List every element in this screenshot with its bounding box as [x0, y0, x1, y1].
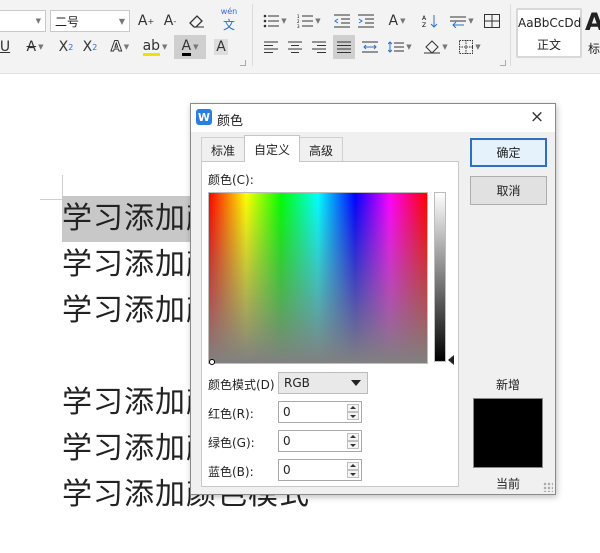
superscript-icon[interactable]: X2 — [56, 36, 76, 58]
subscript-icon[interactable]: X2 — [80, 36, 100, 58]
blue-label: 蓝色(B): — [208, 465, 254, 479]
green-up-icon[interactable] — [347, 433, 359, 441]
current-color-label: 当前 — [496, 477, 521, 491]
ok-button[interactable]: 确定 — [470, 138, 547, 167]
style-name: 正文 — [536, 38, 561, 52]
wps-app-icon: W — [196, 109, 212, 125]
cancel-button[interactable]: 取消 — [470, 176, 547, 205]
align-center-icon[interactable] — [286, 36, 304, 58]
green-value: 0 — [283, 434, 291, 448]
pinyin-guide-icon[interactable]: wén 文 — [214, 7, 244, 32]
close-icon[interactable]: × — [527, 107, 547, 127]
svg-text:A: A — [422, 15, 427, 22]
justify-icon[interactable] — [333, 35, 355, 59]
tab-custom[interactable]: 自定义 — [244, 135, 301, 162]
red-value: 0 — [283, 405, 291, 419]
green-label: 绿色(G): — [208, 436, 255, 450]
paragraph-group-launcher-icon[interactable] — [500, 60, 506, 66]
tab-standard[interactable]: 标准 — [201, 137, 246, 162]
resize-grip-icon[interactable] — [543, 482, 553, 492]
highlight-icon[interactable]: ab ▼ — [140, 36, 170, 58]
color-mode-label: 颜色模式(D) — [208, 378, 275, 392]
ribbon-toolbar: ▼ 二号 ▼ A + A- wén 文 U A ▼ X2 X2 A ▼ ab ▼ A ▼ A… — [0, 0, 600, 74]
spectrum-crosshair[interactable] — [209, 359, 215, 365]
pinyin-label: wén — [220, 7, 238, 16]
clear-format-icon[interactable] — [186, 10, 208, 32]
green-input[interactable]: 0 — [278, 430, 362, 452]
font-size-select[interactable]: 二号 ▼ — [50, 10, 130, 32]
color-mode-value: RGB — [284, 376, 310, 390]
custom-tab-panel: 颜色(C): 颜色模式(D) RGB 红色(R): 0 绿色(G): 0 蓝色(… — [201, 161, 459, 487]
new-color-label: 新增 — [496, 378, 521, 392]
text-effect-icon[interactable]: A ▼ — [108, 36, 132, 58]
svg-text:3: 3 — [297, 24, 300, 28]
increase-indent-icon[interactable] — [356, 10, 376, 32]
red-down-icon[interactable] — [347, 412, 359, 420]
align-left-icon[interactable] — [262, 36, 280, 58]
distribute-icon[interactable] — [360, 36, 380, 58]
red-up-icon[interactable] — [347, 404, 359, 412]
strikethrough-icon[interactable]: A ▼ — [22, 36, 48, 58]
luminance-slider[interactable] — [434, 192, 446, 362]
chevron-down-icon: ▼ — [118, 17, 125, 26]
font-size-value: 二号 — [55, 14, 80, 29]
bullets-icon[interactable]: ▼ — [262, 10, 288, 32]
blue-down-icon[interactable] — [347, 470, 359, 478]
dialog-titlebar[interactable]: W 颜色 × — [191, 104, 555, 132]
dialog-tabs: 标准 自定义 高级 — [201, 135, 344, 162]
numbering-icon[interactable]: 1 2 3 ▼ — [296, 10, 322, 32]
font-name-select[interactable]: ▼ — [0, 10, 46, 32]
svg-text:Z: Z — [422, 22, 426, 28]
underline-icon[interactable]: U — [0, 36, 12, 58]
green-down-icon[interactable] — [347, 441, 359, 449]
style-heading-name: 标 — [588, 42, 600, 56]
shading-icon[interactable]: ▼ — [422, 36, 450, 58]
grow-font-icon[interactable]: A + — [136, 10, 156, 32]
blue-input[interactable]: 0 — [278, 459, 362, 481]
red-input[interactable]: 0 — [278, 401, 362, 423]
show-marks-icon[interactable]: ▼ — [448, 10, 476, 32]
blue-up-icon[interactable] — [347, 462, 359, 470]
borders-icon[interactable]: ▼ — [456, 36, 484, 58]
blue-value: 0 — [283, 463, 291, 477]
char-spacing-icon[interactable]: A ▼ — [384, 10, 410, 32]
font-group-launcher-icon[interactable] — [240, 60, 246, 66]
style-heading-sample[interactable]: A — [585, 8, 600, 36]
dialog-title: 颜色 — [217, 114, 244, 129]
color-mode-select[interactable]: RGB — [278, 372, 368, 394]
chevron-down-icon — [351, 380, 361, 386]
color-preview-swatch — [473, 398, 543, 468]
char-shading-icon[interactable]: A — [210, 36, 232, 58]
color-dialog: W 颜色 × 标准 自定义 高级 颜色(C): 颜色模式(D) RGB 红色(R… — [190, 103, 556, 495]
align-right-icon[interactable] — [310, 36, 328, 58]
color-label: 颜色(C): — [208, 173, 254, 187]
decrease-indent-icon[interactable] — [332, 10, 352, 32]
sort-icon[interactable]: AZ — [420, 10, 440, 32]
font-color-icon[interactable]: A ▼ — [174, 35, 206, 59]
luminance-arrow-icon[interactable] — [448, 355, 454, 365]
color-spectrum-picker[interactable] — [208, 192, 428, 365]
line-spacing-icon[interactable]: ▼ — [386, 36, 414, 58]
style-normal[interactable]: AaBbCcDd 正文 — [516, 8, 582, 58]
shrink-font-icon[interactable]: A- — [160, 10, 180, 32]
style-sample-text: AaBbCcDd — [518, 16, 582, 30]
tab-advanced[interactable]: 高级 — [299, 137, 344, 162]
table-insert-icon[interactable] — [482, 10, 502, 32]
red-label: 红色(R): — [208, 407, 254, 421]
margin-corner-mark — [40, 199, 62, 200]
